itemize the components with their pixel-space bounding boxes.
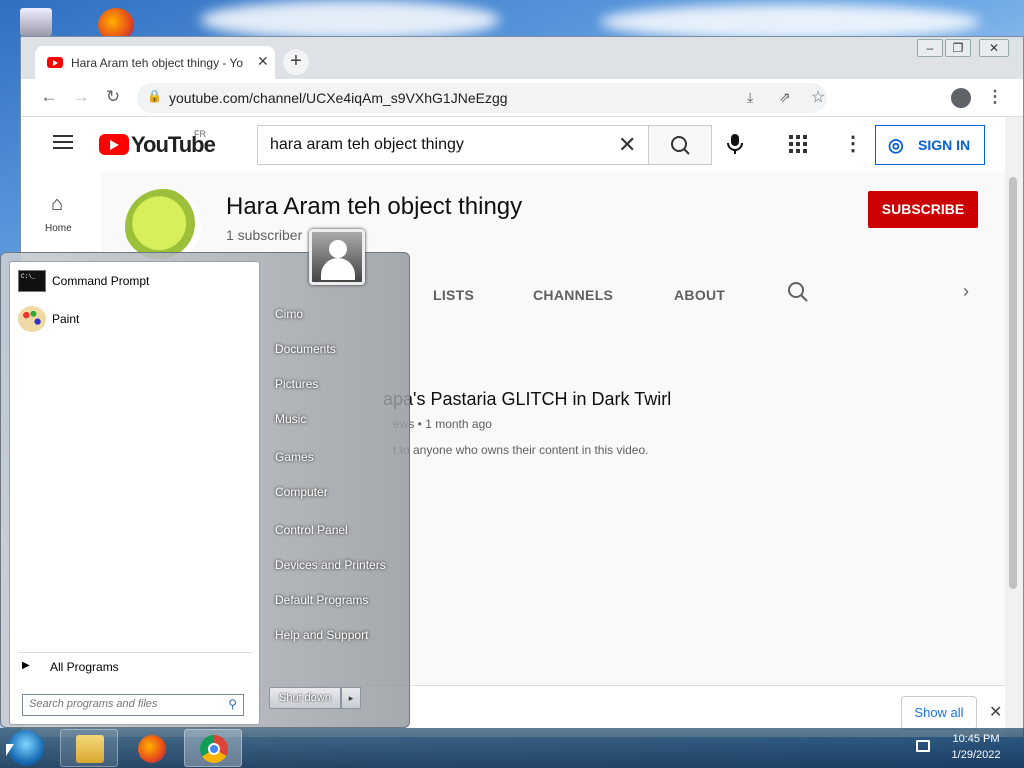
start-link-default-programs[interactable]: Default Programs <box>275 593 368 607</box>
divider <box>18 652 253 653</box>
triangle-right-icon: ▶ <box>22 660 30 671</box>
forward-arrow-icon[interactable]: → <box>69 87 93 107</box>
all-programs-label: All Programs <box>50 660 119 674</box>
install-icon[interactable]: ⤓ <box>747 89 753 106</box>
start-link-control-panel[interactable]: Control Panel <box>275 523 348 537</box>
minimize-button[interactable]: – <box>917 39 943 57</box>
share-icon[interactable]: ⇗ <box>779 89 791 106</box>
lock-icon[interactable]: 🔒 <box>147 89 162 103</box>
tab-close-icon[interactable]: ✕ <box>257 53 269 70</box>
start-menu: Command Prompt Paint ▶ All Programs ⚲ Ci… <box>0 229 410 728</box>
start-link-games[interactable]: Games <box>275 450 314 464</box>
tab-playlists[interactable]: LISTS <box>433 287 474 303</box>
magnifier-icon[interactable]: ⚲ <box>228 697 237 711</box>
video-title[interactable]: apa's Pastaria GLITCH in Dark Twirl <box>383 389 671 410</box>
start-menu-programs-pane: Command Prompt Paint ▶ All Programs ⚲ <box>9 261 260 725</box>
shutdown-options-arrow-icon[interactable]: ▸ <box>341 687 361 709</box>
start-search-box[interactable]: ⚲ <box>22 694 244 716</box>
reload-icon[interactable]: ↻ <box>101 87 125 107</box>
firefox-icon <box>138 735 166 763</box>
program-label: Command Prompt <box>52 274 150 288</box>
clock-time[interactable]: 10:45 PM <box>946 733 1006 745</box>
close-download-bar-icon[interactable]: ✕ <box>989 702 1002 722</box>
program-command-prompt[interactable]: Command Prompt <box>14 264 257 300</box>
bookmark-star-icon[interactable]: ☆ <box>811 87 825 107</box>
new-tab-button[interactable]: + <box>283 49 309 75</box>
subscribe-button[interactable]: SUBSCRIBE <box>868 191 978 228</box>
mouse-cursor <box>6 744 14 756</box>
chevron-right-icon[interactable]: › <box>963 281 969 302</box>
taskbar: 10:45 PM 1/29/2022 <box>0 728 1024 768</box>
tab-channels[interactable]: CHANNELS <box>533 287 613 303</box>
show-all-button[interactable]: Show all <box>901 696 977 730</box>
profile-icon[interactable] <box>951 88 971 108</box>
start-link-pictures[interactable]: Pictures <box>275 377 318 391</box>
paint-palette-icon <box>18 306 46 332</box>
sidebar-item-home[interactable]: Home <box>45 223 72 234</box>
start-link-music[interactable]: Music <box>275 412 306 426</box>
search-box[interactable]: ✕ <box>257 125 649 165</box>
clear-search-icon[interactable]: ✕ <box>618 132 636 158</box>
page-scrollbar[interactable] <box>1005 117 1023 737</box>
channel-name: Hara Aram teh object thingy <box>226 193 523 220</box>
browser-tab[interactable]: Hara Aram teh object thingy - Yo ✕ <box>35 46 275 80</box>
taskbar-chrome[interactable] <box>184 729 242 767</box>
settings-kebab-icon[interactable]: ⋮ <box>843 131 863 156</box>
youtube-logo-icon[interactable] <box>99 134 129 155</box>
address-bar[interactable]: 🔒 youtube.com/channel/UCXe4iqAm_s9VXhG1J… <box>137 83 827 113</box>
hamburger-menu-icon[interactable] <box>53 135 73 149</box>
apps-grid-icon[interactable] <box>789 135 807 153</box>
restore-button[interactable]: ❐ <box>945 39 971 57</box>
recycle-bin-icon[interactable] <box>20 8 52 36</box>
tab-title: Hara Aram teh object thingy - Yo <box>71 56 244 70</box>
program-paint[interactable]: Paint <box>14 302 257 338</box>
subscriber-count: 1 subscriber <box>226 227 303 243</box>
back-arrow-icon[interactable]: ← <box>37 87 61 107</box>
user-circle-icon: ◎ <box>888 135 904 155</box>
url-text: youtube.com/channel/UCXe4iqAm_s9VXhG1JNe… <box>169 90 508 106</box>
network-icon[interactable] <box>916 740 930 752</box>
start-link-help-support[interactable]: Help and Support <box>275 628 368 642</box>
start-link-documents[interactable]: Documents <box>275 342 336 356</box>
start-link-user[interactable]: Cimo <box>275 307 303 321</box>
sign-in-button[interactable]: ◎ SIGN IN <box>875 125 985 165</box>
video-description: t to anyone who owns their content in th… <box>393 443 649 457</box>
clock-date[interactable]: 1/29/2022 <box>946 749 1006 761</box>
start-search-input[interactable] <box>29 698 219 710</box>
close-window-button[interactable]: ✕ <box>979 39 1009 57</box>
home-icon[interactable]: ⌂ <box>51 193 63 216</box>
program-label: Paint <box>52 312 80 326</box>
youtube-favicon-icon <box>47 57 63 68</box>
microphone-icon[interactable] <box>727 133 743 161</box>
search-button[interactable] <box>648 125 712 165</box>
scrollbar-thumb[interactable] <box>1009 177 1017 589</box>
shutdown-button[interactable]: Shut down <box>269 687 341 709</box>
title-bar: – ❐ ✕ Hara Aram teh object thingy - Yo ✕… <box>21 37 1023 80</box>
search-input[interactable] <box>270 136 600 154</box>
command-prompt-icon <box>18 270 46 292</box>
browser-toolbar: ← → ↻ 🔒 youtube.com/channel/UCXe4iqAm_s9… <box>21 79 1023 117</box>
taskbar-explorer[interactable] <box>60 729 118 767</box>
user-account-picture[interactable] <box>309 229 365 285</box>
start-link-computer[interactable]: Computer <box>275 485 328 499</box>
channel-search-icon[interactable] <box>787 281 809 308</box>
search-icon <box>671 136 690 155</box>
start-link-devices-printers[interactable]: Devices and Printers <box>275 558 386 572</box>
youtube-masthead: YouTube FR ✕ ⋮ ◎ SIGN IN <box>21 117 1005 173</box>
sign-in-label: SIGN IN <box>918 137 971 153</box>
taskbar-firefox[interactable] <box>122 729 180 767</box>
chrome-icon <box>200 735 228 763</box>
tab-about[interactable]: ABOUT <box>674 287 725 303</box>
folder-icon <box>76 735 104 763</box>
country-code: FR <box>194 129 206 139</box>
chrome-menu-icon[interactable]: ⋮ <box>983 87 1007 107</box>
